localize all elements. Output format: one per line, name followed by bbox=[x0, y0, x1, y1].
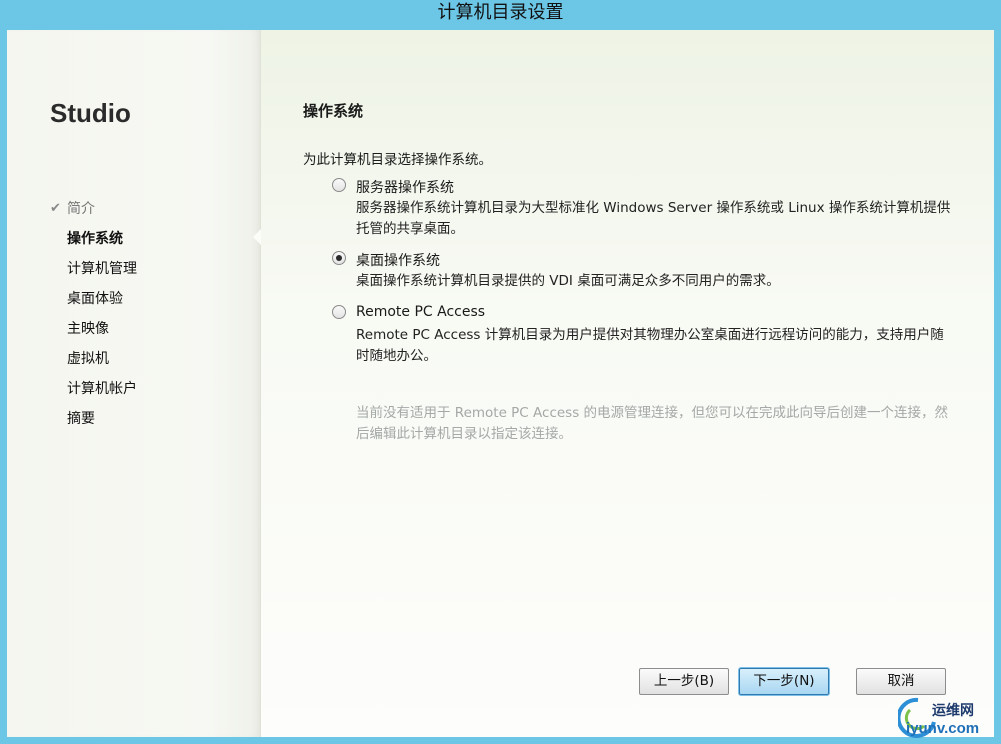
page-prompt: 为此计算机目录选择操作系统。 bbox=[303, 152, 492, 168]
step-intro[interactable]: ✔ 简介 bbox=[50, 194, 137, 224]
option-description: 服务器操作系统计算机目录为大型标准化 Windows Server 操作系统或 … bbox=[356, 200, 951, 237]
step-label: 计算机帐户 bbox=[67, 381, 137, 397]
step-label: 桌面体验 bbox=[67, 291, 123, 307]
step-label: 计算机管理 bbox=[67, 261, 137, 277]
power-management-note: 当前没有适用于 Remote PC Access 的电源管理连接，但您可以在完成… bbox=[356, 405, 949, 442]
window-title: 计算机目录设置 bbox=[437, 2, 564, 23]
step-computer-accounts[interactable]: 计算机帐户 bbox=[50, 374, 137, 404]
option-description: Remote PC Access 计算机目录为用户提供对其物理办公室桌面进行远程… bbox=[356, 327, 944, 364]
step-operating-system[interactable]: 操作系统 bbox=[50, 224, 137, 254]
radio-remote-pc-access[interactable] bbox=[332, 305, 346, 319]
site-watermark: 运维网 iyunv.com bbox=[896, 696, 996, 742]
step-virtual-machines[interactable]: 虚拟机 bbox=[50, 344, 137, 374]
studio-brand: Studio bbox=[50, 98, 131, 128]
step-desktop-experience[interactable]: 桌面体验 bbox=[50, 284, 137, 314]
option-label[interactable]: 服务器操作系统 bbox=[356, 177, 454, 197]
wizard-steps: ✔ 简介 操作系统 计算机管理 桌面体验 主映像 虚拟机 计算机帐户 摘要 bbox=[50, 194, 137, 434]
radio-desktop-os[interactable] bbox=[332, 251, 346, 265]
option-label[interactable]: Remote PC Access bbox=[356, 304, 485, 320]
checkmark-icon: ✔ bbox=[50, 201, 61, 216]
back-button[interactable]: 上一步(B) bbox=[639, 668, 729, 695]
page-title: 操作系统 bbox=[303, 102, 364, 120]
option-description: 桌面操作系统计算机目录提供的 VDI 桌面可满足众多不同用户的需求。 bbox=[356, 273, 780, 289]
radio-server-os[interactable] bbox=[332, 178, 346, 192]
next-button[interactable]: 下一步(N) bbox=[739, 668, 829, 695]
step-machine-management[interactable]: 计算机管理 bbox=[50, 254, 137, 284]
watermark-text: 运维网 bbox=[932, 703, 974, 719]
step-label: 操作系统 bbox=[67, 231, 123, 247]
step-master-image[interactable]: 主映像 bbox=[50, 314, 137, 344]
watermark-url: iyunv.com bbox=[906, 720, 980, 737]
sidebar: Studio ✔ 简介 操作系统 计算机管理 桌面体验 主映像 虚拟机 计算机帐 bbox=[7, 30, 261, 737]
cancel-button[interactable]: 取消 bbox=[856, 668, 946, 695]
step-summary[interactable]: 摘要 bbox=[50, 404, 137, 434]
wizard-window: Studio ✔ 简介 操作系统 计算机管理 桌面体验 主映像 虚拟机 计算机帐 bbox=[7, 30, 994, 737]
step-label: 虚拟机 bbox=[67, 351, 109, 367]
active-step-pointer bbox=[253, 229, 261, 245]
step-label: 主映像 bbox=[67, 321, 109, 337]
option-label[interactable]: 桌面操作系统 bbox=[356, 250, 440, 270]
step-label: 简介 bbox=[67, 201, 95, 217]
step-label: 摘要 bbox=[67, 411, 95, 427]
